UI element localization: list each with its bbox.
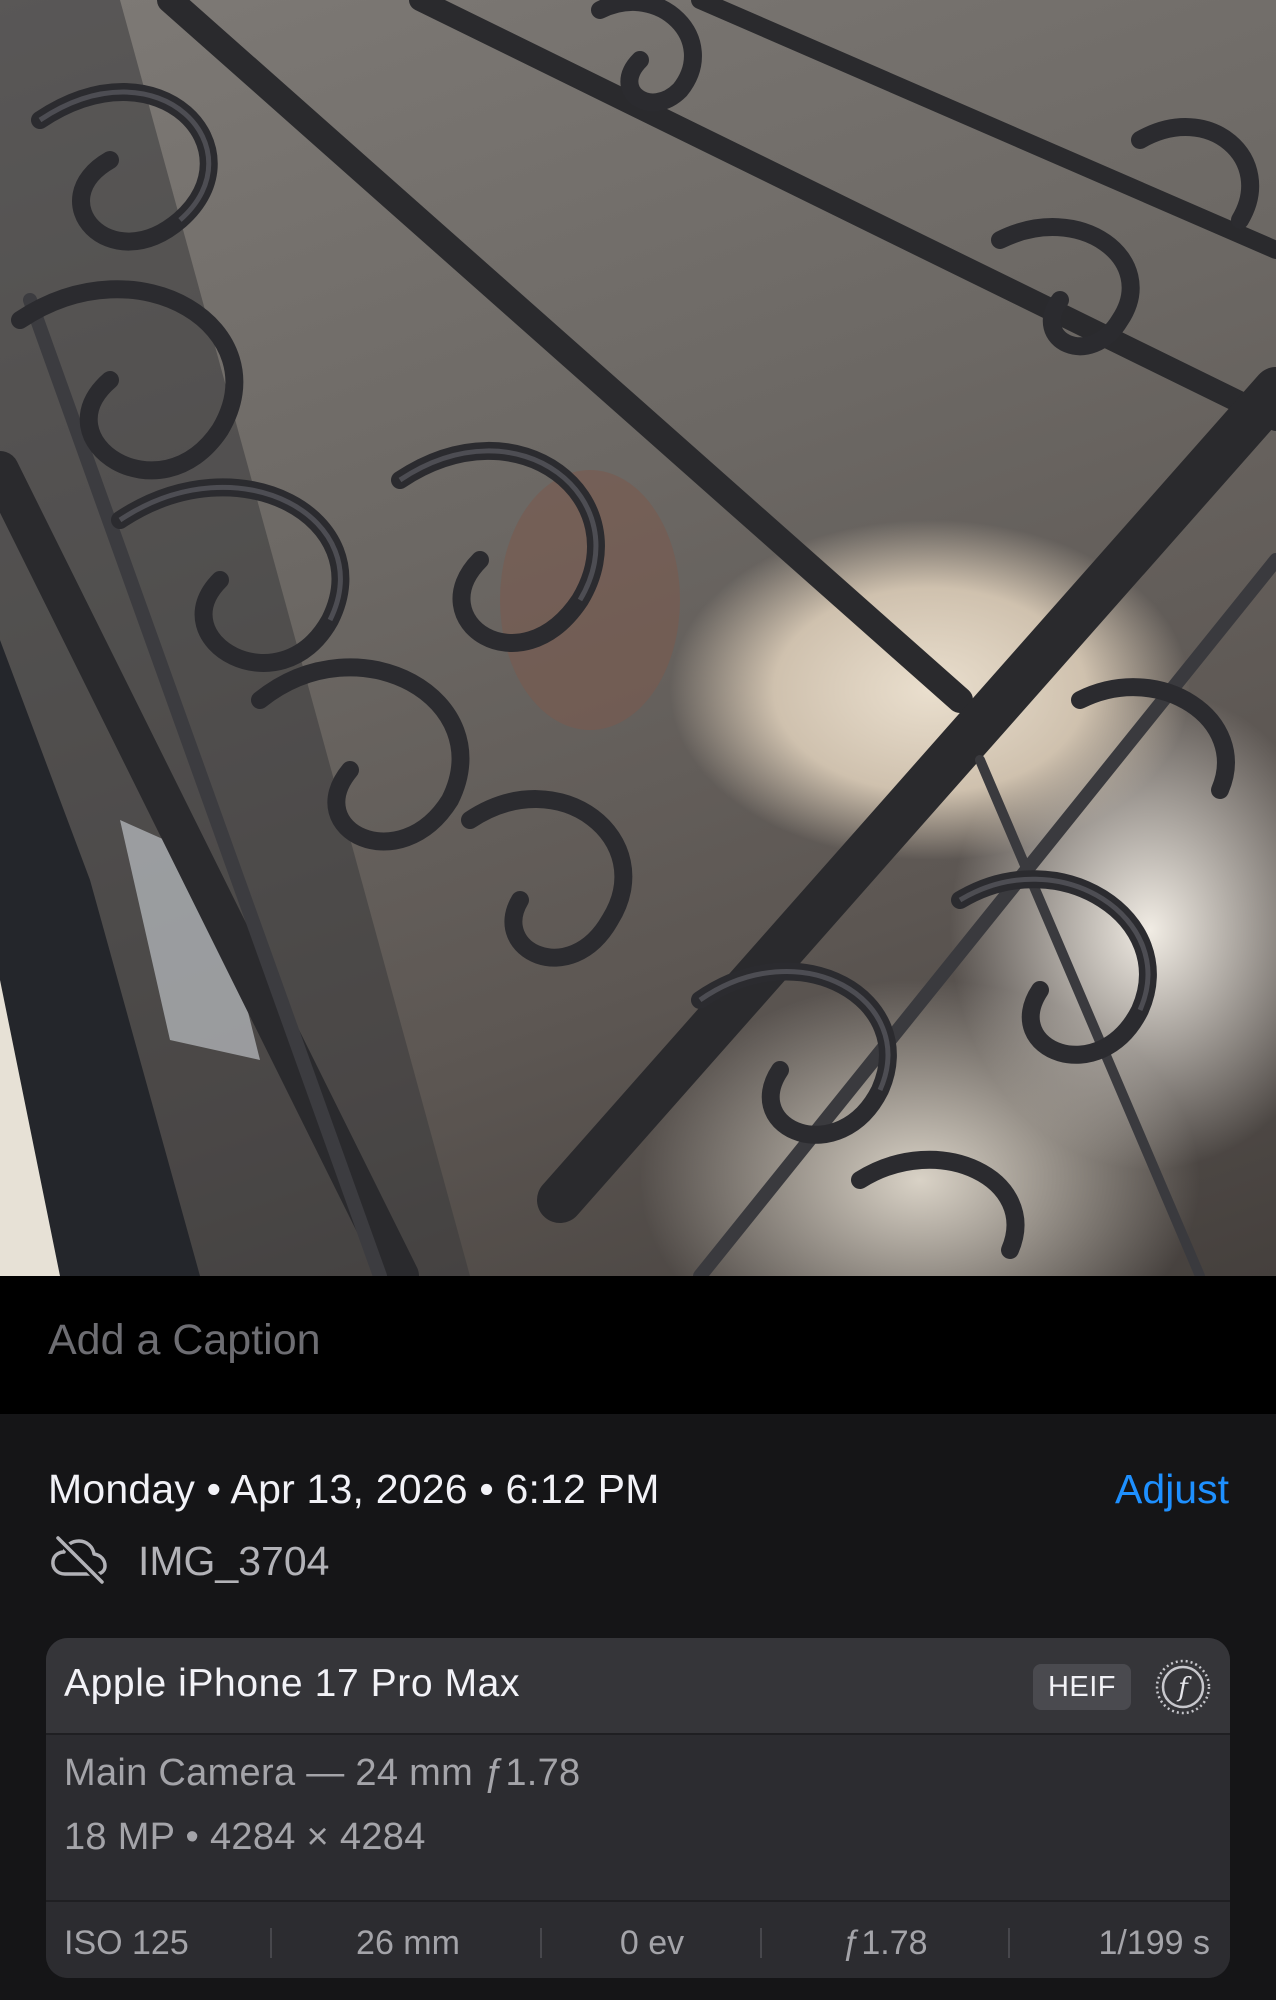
camera-info-card: Apple iPhone 17 Pro Max HEIF f Main Came…: [46, 1638, 1230, 1978]
exif-iso: ISO 125: [64, 1924, 189, 1962]
photo-image[interactable]: [0, 0, 1276, 1276]
adjust-button[interactable]: Adjust: [1115, 1466, 1229, 1513]
fstop-icon[interactable]: f: [1154, 1658, 1212, 1716]
exif-divider: [270, 1928, 272, 1958]
cloud-slash-icon: [48, 1534, 110, 1589]
svg-text:f: f: [1176, 1673, 1192, 1703]
file-row: IMG_3704: [48, 1534, 330, 1589]
file-name: IMG_3704: [138, 1537, 330, 1584]
caption-input[interactable]: [48, 1316, 1148, 1365]
caption-bar: [0, 1276, 1276, 1414]
photo-date: Monday • Apr 13, 2026 • 6:12 PM: [48, 1466, 660, 1512]
exif-focal-length: 26 mm: [356, 1924, 460, 1962]
photo-wrought-iron-gate: [0, 0, 1276, 1276]
info-panel: Monday • Apr 13, 2026 • 6:12 PM Adjust I…: [0, 1414, 1276, 2000]
exif-divider: [760, 1928, 762, 1958]
exif-divider: [540, 1928, 542, 1958]
device-name: Apple iPhone 17 Pro Max: [64, 1662, 521, 1705]
format-badge: HEIF: [1033, 1664, 1131, 1710]
exif-divider: [1008, 1928, 1010, 1958]
exif-shutter-speed: 1/199 s: [1098, 1924, 1210, 1962]
exif-row: ISO 125 26 mm 0 ev ƒ1.78 1/199 s: [46, 1900, 1230, 1978]
resolution-info: 18 MP • 4284 × 4284: [64, 1816, 426, 1858]
exif-exposure-bias: 0 ev: [619, 1924, 685, 1962]
exif-aperture: ƒ1.78: [842, 1924, 928, 1962]
lens-info: Main Camera — 24 mm ƒ1.78: [64, 1752, 581, 1794]
camera-card-header: Apple iPhone 17 Pro Max HEIF f: [46, 1638, 1230, 1735]
